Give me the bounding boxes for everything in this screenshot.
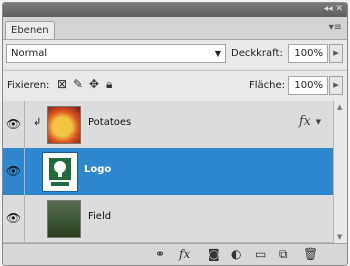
panel-window-controls[interactable]: ◂◂ ✕ <box>324 4 343 14</box>
chevron-down-icon: ▼ <box>214 49 221 58</box>
eye-icon[interactable]: 👁︎ <box>3 101 25 148</box>
delete-layer-icon[interactable]: 🗑︎ <box>303 247 318 261</box>
fill-input[interactable]: 100% <box>288 76 328 95</box>
layer-effects-icon[interactable]: fx <box>299 114 311 129</box>
lock-fill-row: Fixieren: ⊠ ✎ ✥ 🔒︎ Fläche: 100% ▶ <box>3 70 347 101</box>
opacity-input[interactable]: 100% <box>288 44 328 63</box>
fill-slider-button[interactable]: ▶ <box>329 76 343 95</box>
panel-bottom-bar: ⚭ fx ◙ ◐ ▭ ⧉ 🗑︎ <box>3 243 347 265</box>
scroll-up-icon[interactable]: ▲ <box>337 103 342 111</box>
blend-mode-select[interactable]: Normal ▼ <box>6 44 226 63</box>
blend-opacity-row: Normal ▼ Deckkraft: 100% ▶ <box>3 40 347 68</box>
layer-row-field[interactable]: 👁︎ Field <box>3 195 333 243</box>
chevron-down-icon[interactable]: ▼ <box>316 118 321 126</box>
layer-list-scrollbar[interactable]: ▲ ▼ <box>333 101 347 243</box>
layer-list: 👁︎ ↲ Potatoes fx ▼ 👁︎ Logo 👁︎ Field <box>3 101 333 243</box>
lock-all-icon[interactable]: 🔒︎ <box>106 77 112 92</box>
panel-title-bar[interactable]: ◂◂ ✕ <box>3 3 347 17</box>
lock-transparency-icon[interactable]: ⊠ <box>57 77 67 91</box>
opacity-label: Deckkraft: <box>231 48 283 59</box>
tab-row: Ebenen ▾≡ <box>3 17 347 40</box>
scroll-down-icon[interactable]: ▼ <box>337 233 342 241</box>
link-layers-icon[interactable]: ⚭ <box>155 247 165 261</box>
new-group-icon[interactable]: ▭ <box>255 247 266 261</box>
lock-label: Fixieren: <box>7 80 50 91</box>
layer-mask-icon[interactable]: ◙ <box>208 247 220 261</box>
layers-panel: ◂◂ ✕ Ebenen ▾≡ Normal ▼ Deckkraft: 100% … <box>2 2 348 266</box>
layer-name[interactable]: Field <box>88 211 111 222</box>
lock-position-icon[interactable]: ✥ <box>89 77 99 91</box>
opacity-slider-button[interactable]: ▶ <box>329 44 343 63</box>
new-layer-icon[interactable]: ⧉ <box>279 247 288 262</box>
clipping-arrow-icon: ↲ <box>33 117 42 128</box>
layer-thumbnail[interactable] <box>47 106 81 144</box>
fill-label: Fläche: <box>249 80 286 91</box>
eye-icon[interactable]: 👁︎ <box>3 148 25 195</box>
layer-row-potatoes[interactable]: 👁︎ ↲ Potatoes fx ▼ <box>3 101 333 149</box>
layer-style-icon[interactable]: fx <box>179 247 190 261</box>
blend-mode-value: Normal <box>11 48 48 59</box>
lock-pixels-icon[interactable]: ✎ <box>73 77 83 91</box>
adjustment-layer-icon[interactable]: ◐ <box>231 247 241 261</box>
layer-name[interactable]: Potatoes <box>88 117 131 128</box>
eye-icon[interactable]: 👁︎ <box>3 195 25 242</box>
layer-thumbnail[interactable] <box>42 152 78 192</box>
tab-ebenen[interactable]: Ebenen <box>5 21 55 39</box>
layer-thumbnail[interactable] <box>47 200 81 238</box>
layer-row-logo[interactable]: 👁︎ Logo <box>3 148 333 196</box>
logo-thumbnail-art <box>49 158 71 186</box>
panel-menu-icon[interactable]: ▾≡ <box>329 22 342 33</box>
layer-name[interactable]: Logo <box>84 164 111 175</box>
